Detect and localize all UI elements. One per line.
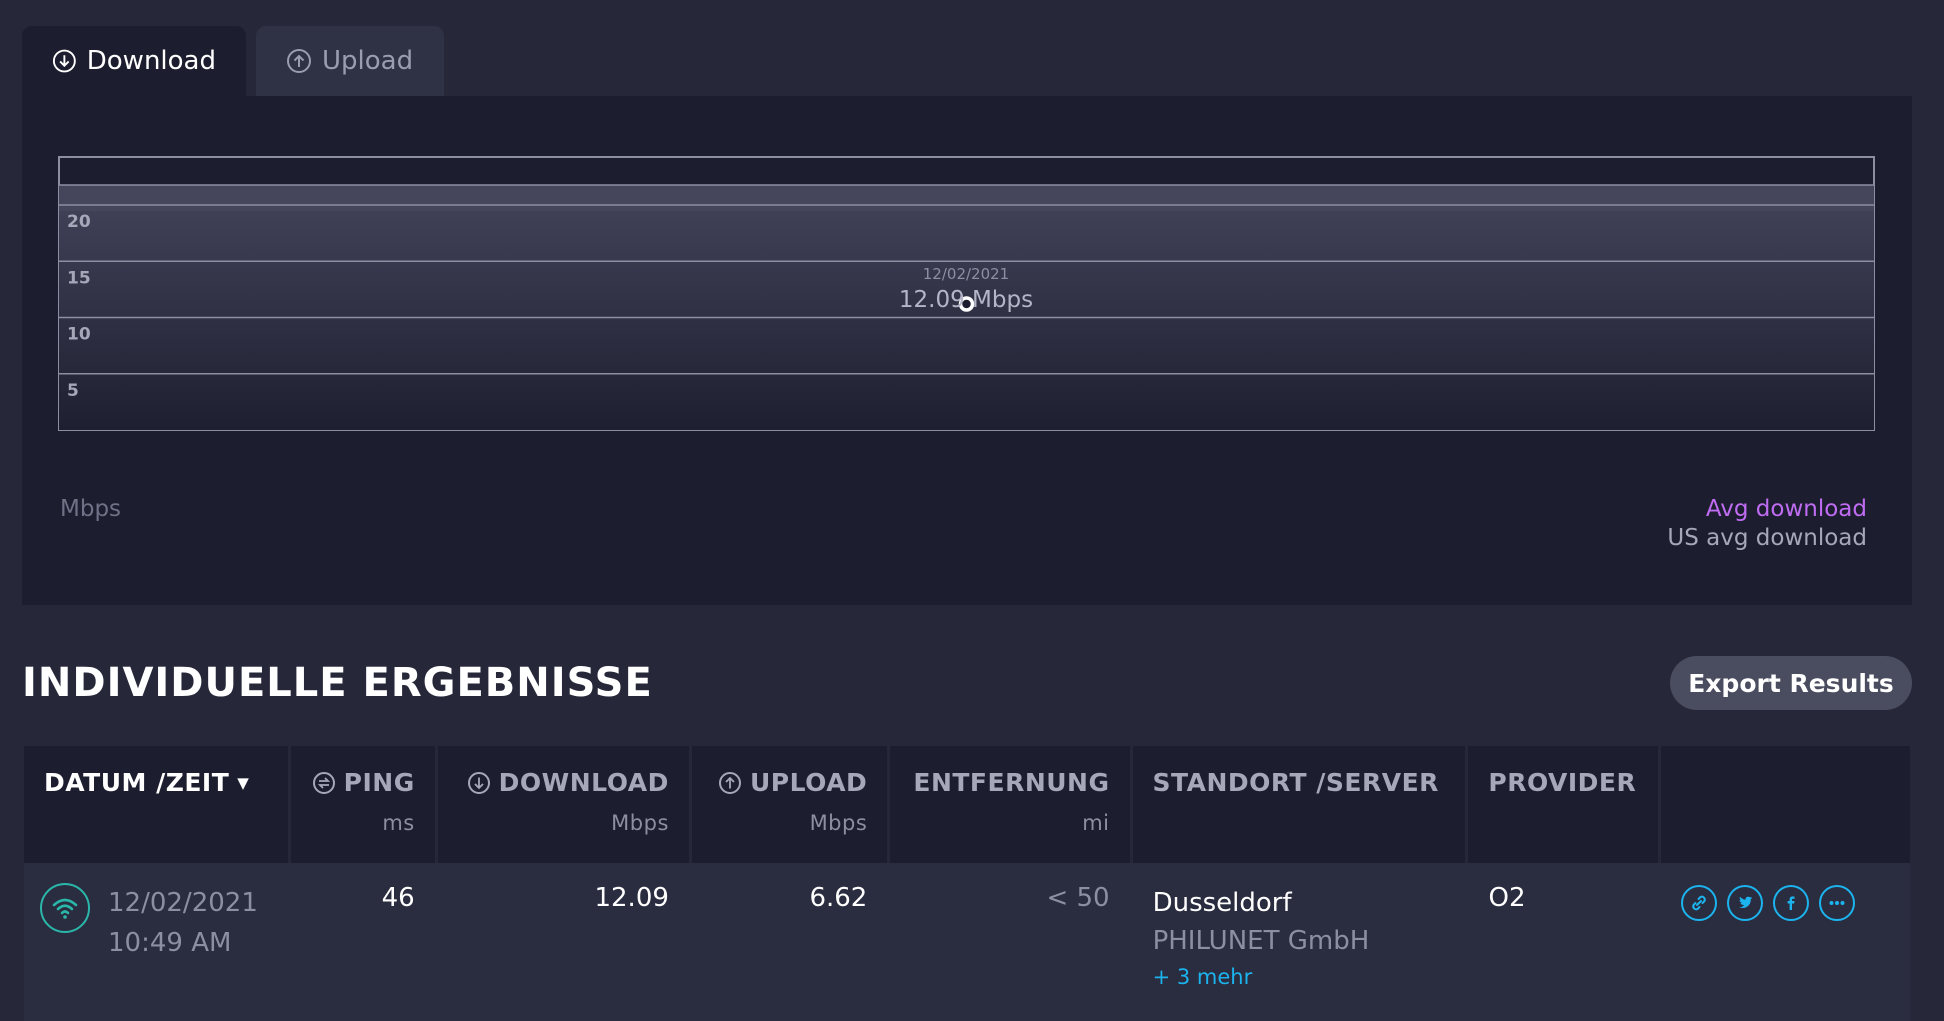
wifi-icon: [40, 883, 90, 933]
cell-server: Dusseldorf PHILUNET GmbH + 3 mehr: [1133, 863, 1466, 1021]
tooltip-date: 12/02/2021: [923, 265, 1009, 283]
y-axis-unit: Mbps: [60, 496, 122, 522]
download-arrow-icon: [52, 49, 76, 73]
y-tick-label-20: 20: [67, 212, 91, 232]
tab-upload[interactable]: Upload: [256, 26, 444, 96]
tab-download[interactable]: Download: [22, 26, 246, 96]
column-header-actions: [1660, 746, 1910, 863]
column-unit-download: Mbps: [611, 811, 669, 835]
cell-upload: 6.62: [809, 883, 868, 913]
legend-us-avg-download[interactable]: US avg download: [1667, 525, 1867, 551]
link-icon[interactable]: [1680, 885, 1717, 921]
server-location: Dusseldorf: [1152, 888, 1292, 918]
column-label-distance: ENTFERNUNG: [913, 768, 1110, 797]
more-options-icon[interactable]: [1818, 885, 1855, 921]
cell-actions: [1661, 863, 1910, 1021]
download-arrow-icon: [467, 771, 490, 794]
upload-arrow-icon: [287, 49, 311, 73]
cell-provider: O2: [1488, 883, 1526, 913]
column-label-ping: PING: [343, 768, 415, 797]
y-tick-label-15: 15: [67, 268, 91, 288]
result-type-tabs: Download Upload: [22, 26, 444, 96]
legend-avg-download[interactable]: Avg download: [1706, 496, 1867, 522]
more-servers-link[interactable]: + 3 mehr: [1153, 965, 1446, 989]
column-unit-upload: Mbps: [809, 811, 868, 835]
chart-gradient-area: [59, 211, 1874, 430]
twitter-icon[interactable]: [1726, 885, 1763, 921]
column-label-server: STANDORT /SERVER: [1152, 768, 1439, 797]
column-header-server[interactable]: STANDORT /SERVER: [1132, 746, 1466, 863]
cell-datetime: 12/02/2021 10:49 AM: [24, 863, 288, 1021]
column-unit-ping: ms: [382, 811, 415, 835]
sort-desc-icon: ▼: [237, 773, 250, 792]
tab-upload-label: Upload: [322, 46, 414, 76]
tooltip-value: 12.09 Mbps: [899, 287, 1033, 313]
result-time: 10:49 AM: [108, 928, 232, 958]
column-header-download[interactable]: DOWNLOAD Mbps: [437, 746, 689, 863]
column-label-datetime: DATUM /ZEIT: [44, 768, 230, 797]
facebook-icon[interactable]: [1772, 885, 1809, 921]
y-tick-label-5: 5: [67, 381, 79, 401]
table-row[interactable]: 12/02/2021 10:49 AM 46 12.09 6.62 < 50 D…: [24, 863, 1910, 1021]
cell-distance: < 50: [1046, 883, 1110, 913]
table-header: DATUM /ZEIT ▼ PING ms DOWNLOAD Mbps UPLO…: [24, 746, 1910, 863]
download-chart[interactable]: 5 10 15 20 12/02/2021 12.09 Mbps: [22, 96, 1912, 605]
column-label-download: DOWNLOAD: [498, 768, 669, 797]
result-date: 12/02/2021: [108, 888, 258, 918]
upload-arrow-icon: [718, 771, 741, 794]
server-sponsor: PHILUNET GmbH: [1152, 926, 1370, 956]
column-header-datetime[interactable]: DATUM /ZEIT ▼: [24, 746, 289, 863]
column-label-provider: PROVIDER: [1488, 768, 1637, 797]
column-header-distance[interactable]: ENTFERNUNG mi: [890, 746, 1130, 863]
cell-download: 12.09: [594, 883, 669, 913]
results-table: DATUM /ZEIT ▼ PING ms DOWNLOAD Mbps UPLO…: [24, 746, 1910, 1021]
cell-ping: 46: [381, 883, 415, 913]
column-header-upload[interactable]: UPLOAD Mbps: [691, 746, 888, 863]
column-label-upload: UPLOAD: [749, 768, 868, 797]
y-tick-label-10: 10: [67, 325, 91, 345]
ping-icon: [312, 771, 335, 794]
results-title: INDIVIDUELLE ERGEBNISSE: [22, 660, 653, 706]
column-unit-distance: mi: [1082, 811, 1110, 835]
download-chart-panel: 5 10 15 20 12/02/2021 12.09 Mbps Mbps Avg d…: [22, 96, 1912, 605]
column-header-ping[interactable]: PING ms: [291, 746, 435, 863]
column-header-provider[interactable]: PROVIDER: [1468, 746, 1658, 863]
export-results-button[interactable]: Export Results: [1670, 656, 1912, 710]
tab-download-label: Download: [86, 46, 216, 76]
chart-top-band: [59, 185, 1874, 211]
